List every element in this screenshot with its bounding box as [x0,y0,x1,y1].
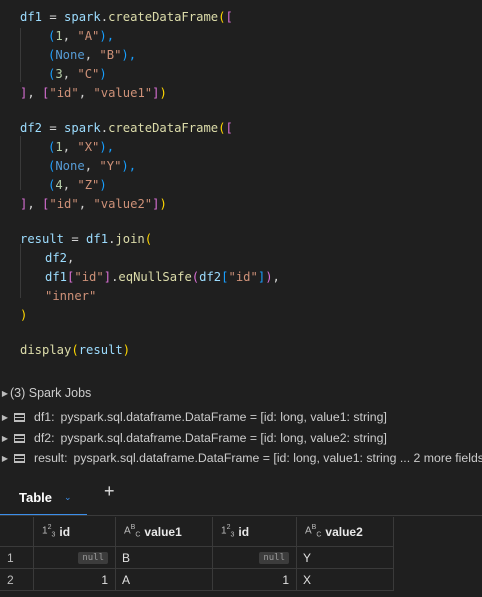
table-cell[interactable]: 1 [34,569,116,591]
tabs-divider [0,515,482,516]
column-header-value2[interactable]: ABC value2 [297,517,394,547]
column-header-value1[interactable]: ABC value1 [116,517,213,547]
code-line: "inner" [45,289,97,303]
table-cell[interactable]: B [116,547,213,569]
table-cell[interactable]: 1 [213,569,297,591]
table-cell[interactable]: null [213,547,297,569]
add-visualization-button[interactable]: + [104,481,115,502]
code-line: (3, "C") [48,67,107,81]
spark-jobs-label: (3) Spark Jobs [10,386,92,400]
dataframe-row-result[interactable]: ▶ result: pyspark.sql.dataframe.DataFram… [0,449,482,467]
indent-guide [20,28,21,82]
column-name: id [59,524,71,539]
chevron-down-icon[interactable]: ⌄ [64,492,72,503]
column-header-id[interactable]: 123 id [34,517,116,547]
indent-guide [20,136,21,190]
code-line: display(result) [20,343,131,357]
string-type-icon: ABC [124,524,141,539]
tab-table[interactable]: Table ⌄ [0,478,87,516]
column-name: value2 [325,524,363,539]
table-cell[interactable]: Y [297,547,394,569]
integer-type-icon: 123 [221,524,235,539]
code-line: (1, "A"), [48,29,115,43]
code-line: (4, "Z") [48,178,107,192]
code-line: ], ["id", "value1"]) [20,86,167,100]
dataframe-row-df1[interactable]: ▶ df1: pyspark.sql.dataframe.DataFrame =… [0,408,387,426]
dataframe-schema: pyspark.sql.dataframe.DataFrame = [id: l… [60,431,387,445]
table-icon [14,433,25,443]
chevron-right-icon: ▶ [1,453,9,463]
code-line: df2 = spark.createDataFrame([ [20,121,233,135]
code-line: ) [20,308,28,322]
column-name: id [238,524,250,539]
row-number: 2 [0,569,34,591]
row-number: 1 [0,547,34,569]
dataframe-name: df2: [34,431,55,445]
dataframe-name: df1: [34,410,55,424]
chevron-right-icon: ▶ [1,412,9,422]
string-type-icon: ABC [305,524,322,539]
code-line: df1["id"].eqNullSafe(df2["id"]), [45,270,280,284]
table-icon [14,453,25,463]
code-line: (None, "Y"), [48,159,137,173]
dataframe-schema: pyspark.sql.dataframe.DataFrame = [id: l… [60,410,387,424]
spark-jobs-toggle[interactable]: ▶ (3) Spark Jobs [0,384,91,402]
row-number-header [0,517,34,547]
integer-type-icon: 123 [42,524,56,539]
code-line: ], ["id", "value2"]) [20,197,167,211]
table-cell[interactable]: A [116,569,213,591]
dataframe-schema: pyspark.sql.dataframe.DataFrame = [id: l… [73,451,482,465]
code-line: (1, "X"), [48,140,115,154]
null-badge: null [78,551,108,564]
code-line: result = df1.join( [20,232,153,246]
chevron-right-icon: ▶ [1,388,9,398]
tab-table-label: Table [19,489,52,505]
table-icon [14,412,25,422]
column-name: value1 [144,524,182,539]
table-cell[interactable]: null [34,547,116,569]
dataframe-name: result: [34,451,68,465]
indent-guide [20,244,21,298]
dataframe-row-df2[interactable]: ▶ df2: pyspark.sql.dataframe.DataFrame =… [0,429,387,447]
null-badge: null [259,551,289,564]
chevron-right-icon: ▶ [1,433,9,443]
table-cell[interactable]: X [297,569,394,591]
column-header-id[interactable]: 123 id [213,517,297,547]
code-line: (None, "B"), [48,48,137,62]
code-line: df1 = spark.createDataFrame([ [20,10,233,24]
code-line: df2, [45,251,75,265]
